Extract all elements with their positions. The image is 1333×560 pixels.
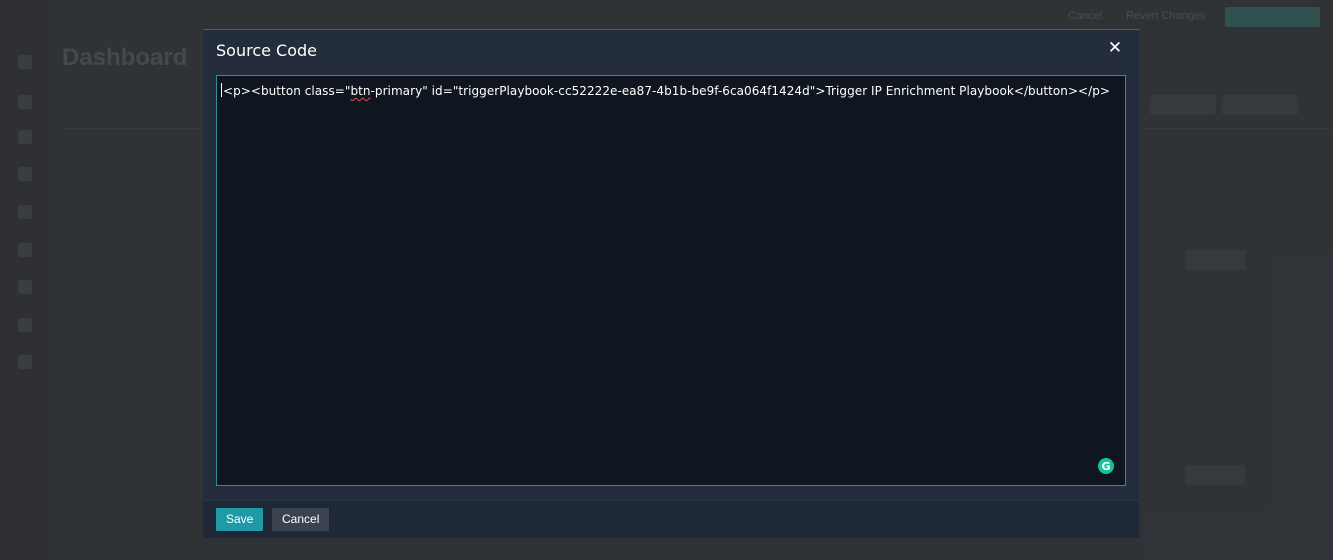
text-caret — [221, 83, 222, 97]
close-icon[interactable]: ✕ — [1107, 39, 1123, 56]
code-misspelled-word: btn — [350, 84, 371, 98]
grammarly-glyph: G — [1101, 459, 1111, 473]
dialog-footer: Save Cancel — [203, 500, 1139, 538]
source-code-text[interactable]: <p><button class="btn-primary" id="trigg… — [221, 83, 1110, 98]
source-code-dialog: Source Code ✕ <p><button class="btn-prim… — [203, 29, 1139, 538]
dialog-title: Source Code — [216, 41, 317, 60]
grammarly-icon[interactable]: G — [1098, 458, 1114, 474]
code-suffix: -primary" id="triggerPlaybook-cc52222e-e… — [370, 84, 1111, 98]
save-button[interactable]: Save — [216, 508, 264, 531]
source-code-textarea[interactable]: <p><button class="btn-primary" id="trigg… — [216, 75, 1126, 486]
cancel-button[interactable]: Cancel — [272, 508, 330, 531]
dialog-header: Source Code ✕ — [203, 30, 1139, 70]
code-prefix: <p><button class=" — [223, 84, 351, 98]
